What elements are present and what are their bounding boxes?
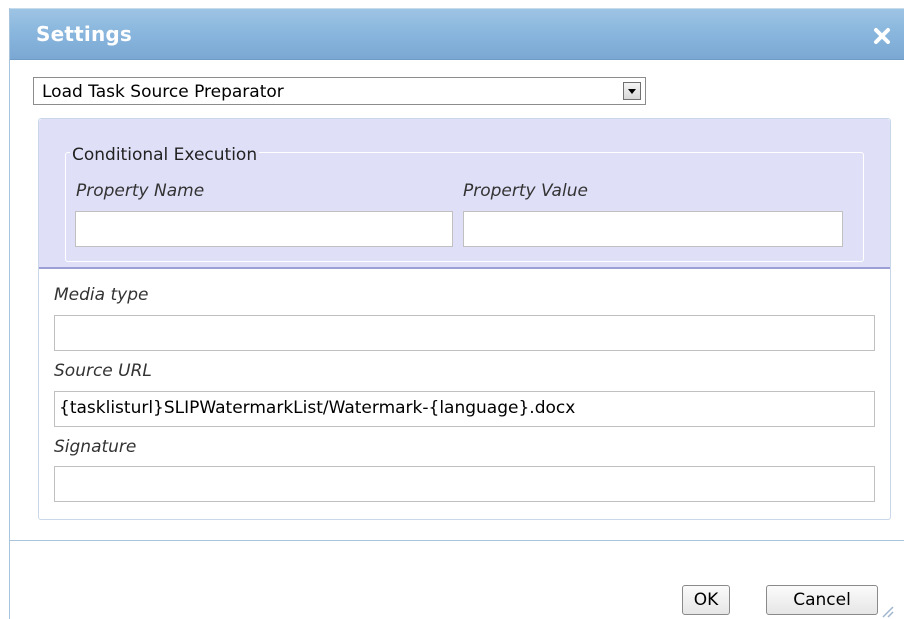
- conditional-execution-section: Conditional Execution Property Name Prop…: [39, 119, 890, 269]
- source-url-label: Source URL: [54, 361, 152, 381]
- resize-grip-icon[interactable]: [880, 604, 894, 618]
- cancel-button[interactable]: Cancel: [766, 585, 878, 615]
- media-type-label: Media type: [54, 285, 149, 305]
- footer-divider: [10, 540, 904, 541]
- property-name-field[interactable]: [75, 211, 453, 247]
- settings-dialog: Settings Load Task Source Preparator Con…: [9, 8, 904, 619]
- task-type-select[interactable]: Load Task Source Preparator: [33, 77, 646, 105]
- dialog-titlebar[interactable]: Settings: [10, 8, 904, 60]
- dialog-title: Settings: [36, 22, 133, 46]
- property-value-field[interactable]: [463, 211, 843, 247]
- property-name-label: Property Name: [76, 181, 205, 201]
- conditional-execution-legend: Conditional Execution: [70, 145, 260, 165]
- property-value-label: Property Value: [463, 181, 588, 201]
- signature-label: Signature: [54, 437, 137, 457]
- signature-field[interactable]: [54, 466, 875, 502]
- settings-panel: Conditional Execution Property Name Prop…: [38, 118, 891, 520]
- chevron-down-icon[interactable]: [623, 82, 641, 100]
- media-type-field[interactable]: [54, 315, 875, 351]
- source-url-field[interactable]: {tasklisturl}SLIPWatermarkList/Watermark…: [54, 391, 875, 427]
- task-type-select-value: Load Task Source Preparator: [42, 82, 284, 102]
- ok-button[interactable]: OK: [682, 585, 730, 615]
- close-icon[interactable]: [872, 26, 892, 46]
